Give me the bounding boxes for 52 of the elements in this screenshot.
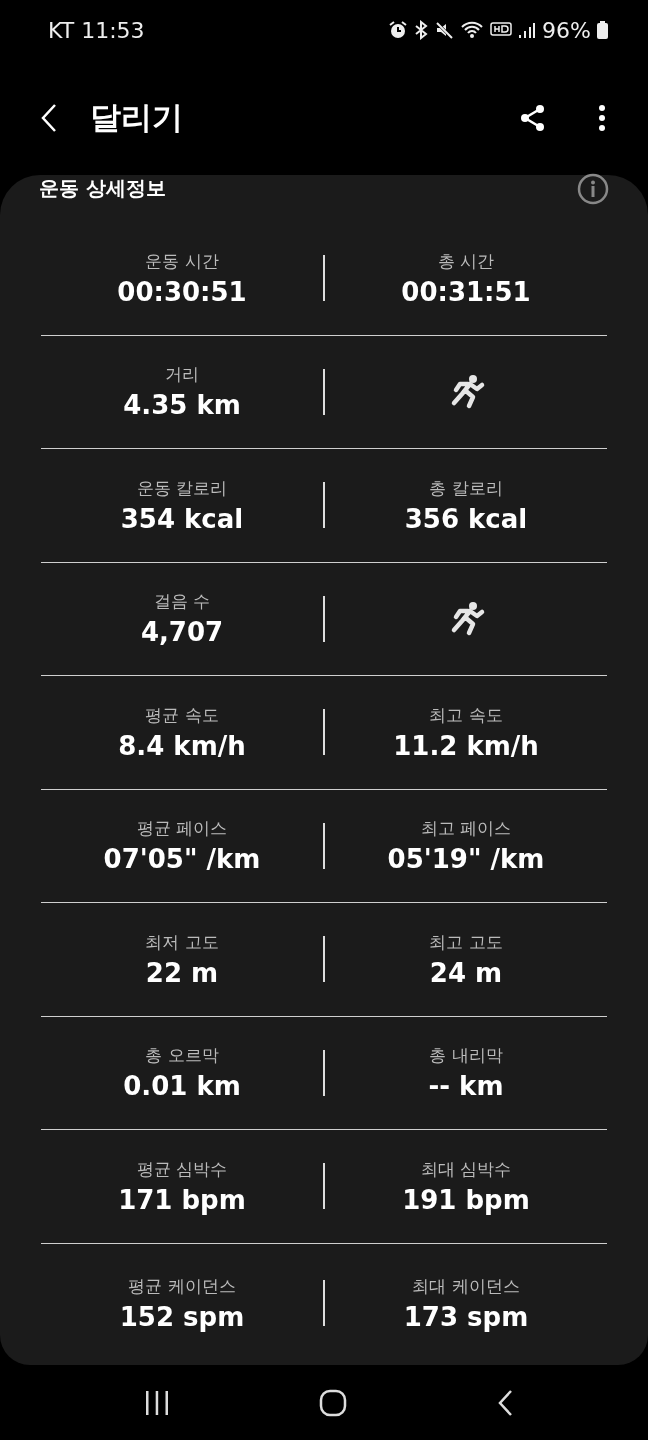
stat-label: 최저 고도 bbox=[145, 930, 219, 954]
stat-value: 4.35 km bbox=[123, 390, 241, 421]
stat-value: 152 spm bbox=[119, 1301, 245, 1332]
stat-label: 최대 케이던스 bbox=[412, 1274, 520, 1298]
back-icon[interactable] bbox=[40, 102, 58, 133]
stat-label: 총 내리막 bbox=[429, 1044, 503, 1068]
carrier-time: KT 11:53 bbox=[48, 17, 145, 43]
recent-apps-icon[interactable] bbox=[144, 1389, 171, 1416]
stat-value: 07'05" /km bbox=[103, 844, 261, 875]
stat-value: -- km bbox=[428, 1071, 504, 1102]
stat-label: 평균 페이스 bbox=[136, 817, 228, 841]
stat-label: 운동 칼로리 bbox=[136, 476, 228, 500]
stat-value: 00:30:51 bbox=[117, 276, 247, 307]
more-options-icon[interactable] bbox=[598, 103, 606, 132]
stat-label: 걸음 수 bbox=[153, 590, 211, 614]
page-title: 달리기 bbox=[90, 97, 184, 137]
mute-icon bbox=[434, 20, 455, 40]
battery-percent: 96% bbox=[542, 17, 591, 43]
battery-icon bbox=[597, 20, 608, 40]
stat-value: 00:31:51 bbox=[401, 276, 531, 307]
bluetooth-icon bbox=[414, 20, 429, 40]
stat-value: 4,707 bbox=[140, 617, 224, 648]
stat-label: 평균 심박수 bbox=[136, 1157, 228, 1181]
stat-label: 총 칼로리 bbox=[429, 476, 503, 500]
stat-label: 최고 속도 bbox=[429, 703, 503, 727]
stat-label: 최고 고도 bbox=[429, 930, 503, 954]
stat-label: 최대 심박수 bbox=[420, 1157, 512, 1181]
stat-label: 거리 bbox=[165, 363, 199, 387]
stat-value: 173 spm bbox=[403, 1301, 529, 1332]
stat-value: 24 m bbox=[429, 957, 503, 988]
stat-label: 평균 속도 bbox=[145, 703, 219, 727]
stat-value: 05'19" /km bbox=[387, 844, 545, 875]
stat-label: 총 오르막 bbox=[145, 1044, 219, 1068]
stat-value: 191 bpm bbox=[402, 1184, 530, 1215]
share-icon[interactable] bbox=[520, 103, 546, 132]
wifi-icon bbox=[460, 20, 485, 40]
stat-value: 356 kcal bbox=[404, 503, 528, 534]
info-icon[interactable] bbox=[577, 173, 609, 205]
stat-label: 운동 시간 bbox=[145, 249, 219, 273]
stat-value: 0.01 km bbox=[123, 1071, 241, 1102]
stat-label: 평균 케이던스 bbox=[128, 1274, 236, 1298]
stat-value: 8.4 km/h bbox=[118, 730, 246, 761]
stat-value: 171 bpm bbox=[118, 1184, 246, 1215]
signal-icon bbox=[518, 20, 537, 40]
section-title: 운동 상세정보 bbox=[39, 175, 166, 202]
stat-value: 11.2 km/h bbox=[393, 730, 539, 761]
stat-value: 354 kcal bbox=[120, 503, 244, 534]
alarm-icon bbox=[388, 20, 409, 40]
stat-label: 최고 페이스 bbox=[420, 817, 512, 841]
stat-label: 총 시간 bbox=[437, 249, 495, 273]
stat-value: 22 m bbox=[145, 957, 219, 988]
home-icon[interactable] bbox=[319, 1388, 347, 1417]
